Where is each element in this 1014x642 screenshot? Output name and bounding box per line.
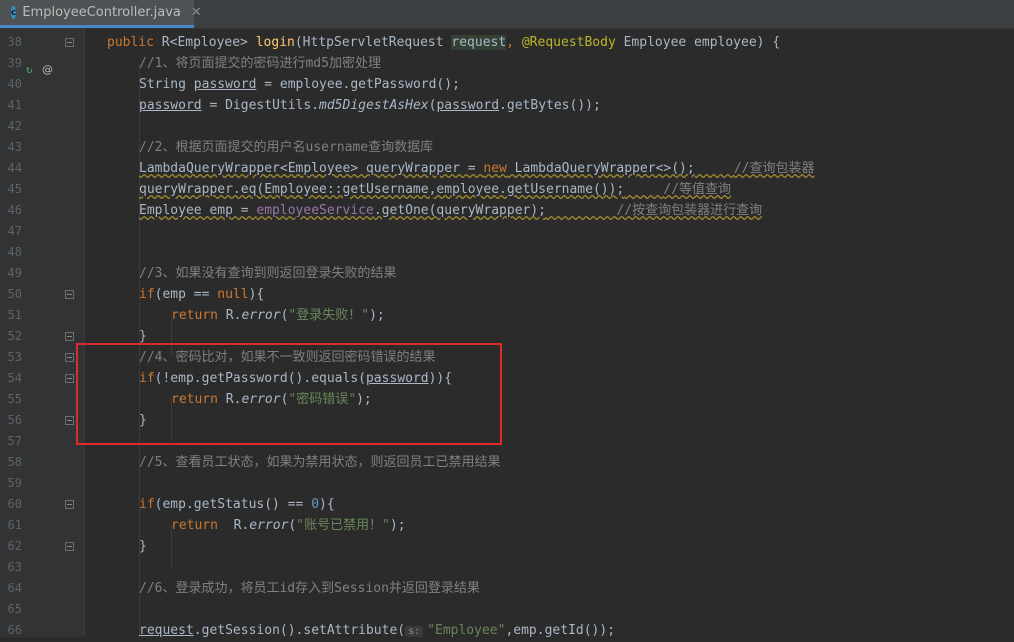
line-number: 40 xyxy=(7,77,22,91)
line-number: 51 xyxy=(7,308,22,322)
fold-marker-icon[interactable] xyxy=(65,38,74,47)
line-number: 52 xyxy=(7,329,22,343)
line-number: 49 xyxy=(7,266,22,280)
line-number: 62 xyxy=(7,539,22,553)
code-line-51: return R.error("登录失败！"); xyxy=(171,308,385,323)
line-number: 43 xyxy=(7,140,22,154)
close-icon[interactable]: ✕ xyxy=(191,5,202,20)
code-line-38: public R<Employee> login(HttpServletRequ… xyxy=(107,35,781,50)
code-line-45: queryWrapper.eq(Employee::getUsername,em… xyxy=(139,182,732,197)
fold-marker-icon[interactable] xyxy=(65,290,74,299)
code-line-58: //5、查看员工状态，如果为禁用状态，则返回员工已禁用结果 xyxy=(139,455,501,470)
code-line-41: password = DigestUtils.md5DigestAsHex(pa… xyxy=(139,98,601,113)
code-line-40: String password = employee.getPassword()… xyxy=(139,77,460,92)
line-number: 50 xyxy=(7,287,22,301)
fold-marker-icon[interactable] xyxy=(65,500,74,509)
line-number: 48 xyxy=(7,245,22,259)
fold-marker-icon[interactable] xyxy=(65,353,74,362)
line-number: 44 xyxy=(7,161,22,175)
code-line-60: if(emp.getStatus() == 0){ xyxy=(139,497,335,512)
line-number: 57 xyxy=(7,434,22,448)
code-line-61: return R.error("账号已禁用！"); xyxy=(171,518,406,533)
line-number: 66 xyxy=(7,623,22,637)
line-number: 39 xyxy=(7,56,22,70)
line-number: 38 xyxy=(7,35,22,49)
line-number: 42 xyxy=(7,119,22,133)
annotation-gutter-icon[interactable]: @ xyxy=(42,63,53,76)
tab-employee-controller[interactable]: c EmployeeController.java ✕ xyxy=(0,0,202,28)
highlight-box xyxy=(76,343,502,445)
line-number: 56 xyxy=(7,413,22,427)
fold-marker-icon[interactable] xyxy=(65,374,74,383)
line-number: 65 xyxy=(7,602,22,616)
line-number: 46 xyxy=(7,203,22,217)
code-line-50: if(emp == null){ xyxy=(139,287,265,302)
line-number: 59 xyxy=(7,476,22,490)
line-number: 60 xyxy=(7,497,22,511)
code-line-46: Employee emp = employeeService.getOne(qu… xyxy=(139,203,763,218)
fold-marker-icon[interactable] xyxy=(65,542,74,551)
line-gutter: ↻ @ 38 39 40 41 42 43 44 45 46 47 48 49 50 51 52 53 54 55… xyxy=(0,28,85,637)
parameter-hint: s: xyxy=(405,626,424,637)
code-line-62: } xyxy=(139,539,147,554)
line-number: 64 xyxy=(7,581,22,595)
line-number: 54 xyxy=(7,371,22,385)
run-gutter-icon[interactable]: ↻ xyxy=(26,64,38,76)
editor-tab-bar: c EmployeeController.java ✕ xyxy=(0,0,1014,29)
code-line-49: //3、如果没有查询到则返回登录失败的结果 xyxy=(139,266,397,281)
tab-title: EmployeeController.java xyxy=(22,5,181,20)
fold-marker-icon[interactable] xyxy=(65,416,74,425)
line-number: 61 xyxy=(7,518,22,532)
code-line-64: //6、登录成功，将员工id存入到Session并返回登录结果 xyxy=(139,581,480,596)
line-number: 55 xyxy=(7,392,22,406)
line-number: 53 xyxy=(7,350,22,364)
code-line-66: request.getSession().setAttribute(s: "Emp… xyxy=(139,623,616,638)
code-line-43: //2、根据页面提交的用户名username查询数据库 xyxy=(139,140,434,155)
line-number: 63 xyxy=(7,560,22,574)
line-number: 45 xyxy=(7,182,22,196)
line-number: 58 xyxy=(7,455,22,469)
line-number: 41 xyxy=(7,98,22,112)
code-line-44: LambdaQueryWrapper<Employee> queryWrappe… xyxy=(139,161,815,176)
code-editor[interactable]: public R<Employee> login(HttpServletRequ… xyxy=(85,28,1014,638)
java-class-icon: c xyxy=(11,6,17,19)
fold-marker-icon[interactable] xyxy=(65,332,74,341)
code-line-39: //1、将页面提交的密码进行md5加密处理 xyxy=(139,56,381,71)
line-number: 47 xyxy=(7,224,22,238)
